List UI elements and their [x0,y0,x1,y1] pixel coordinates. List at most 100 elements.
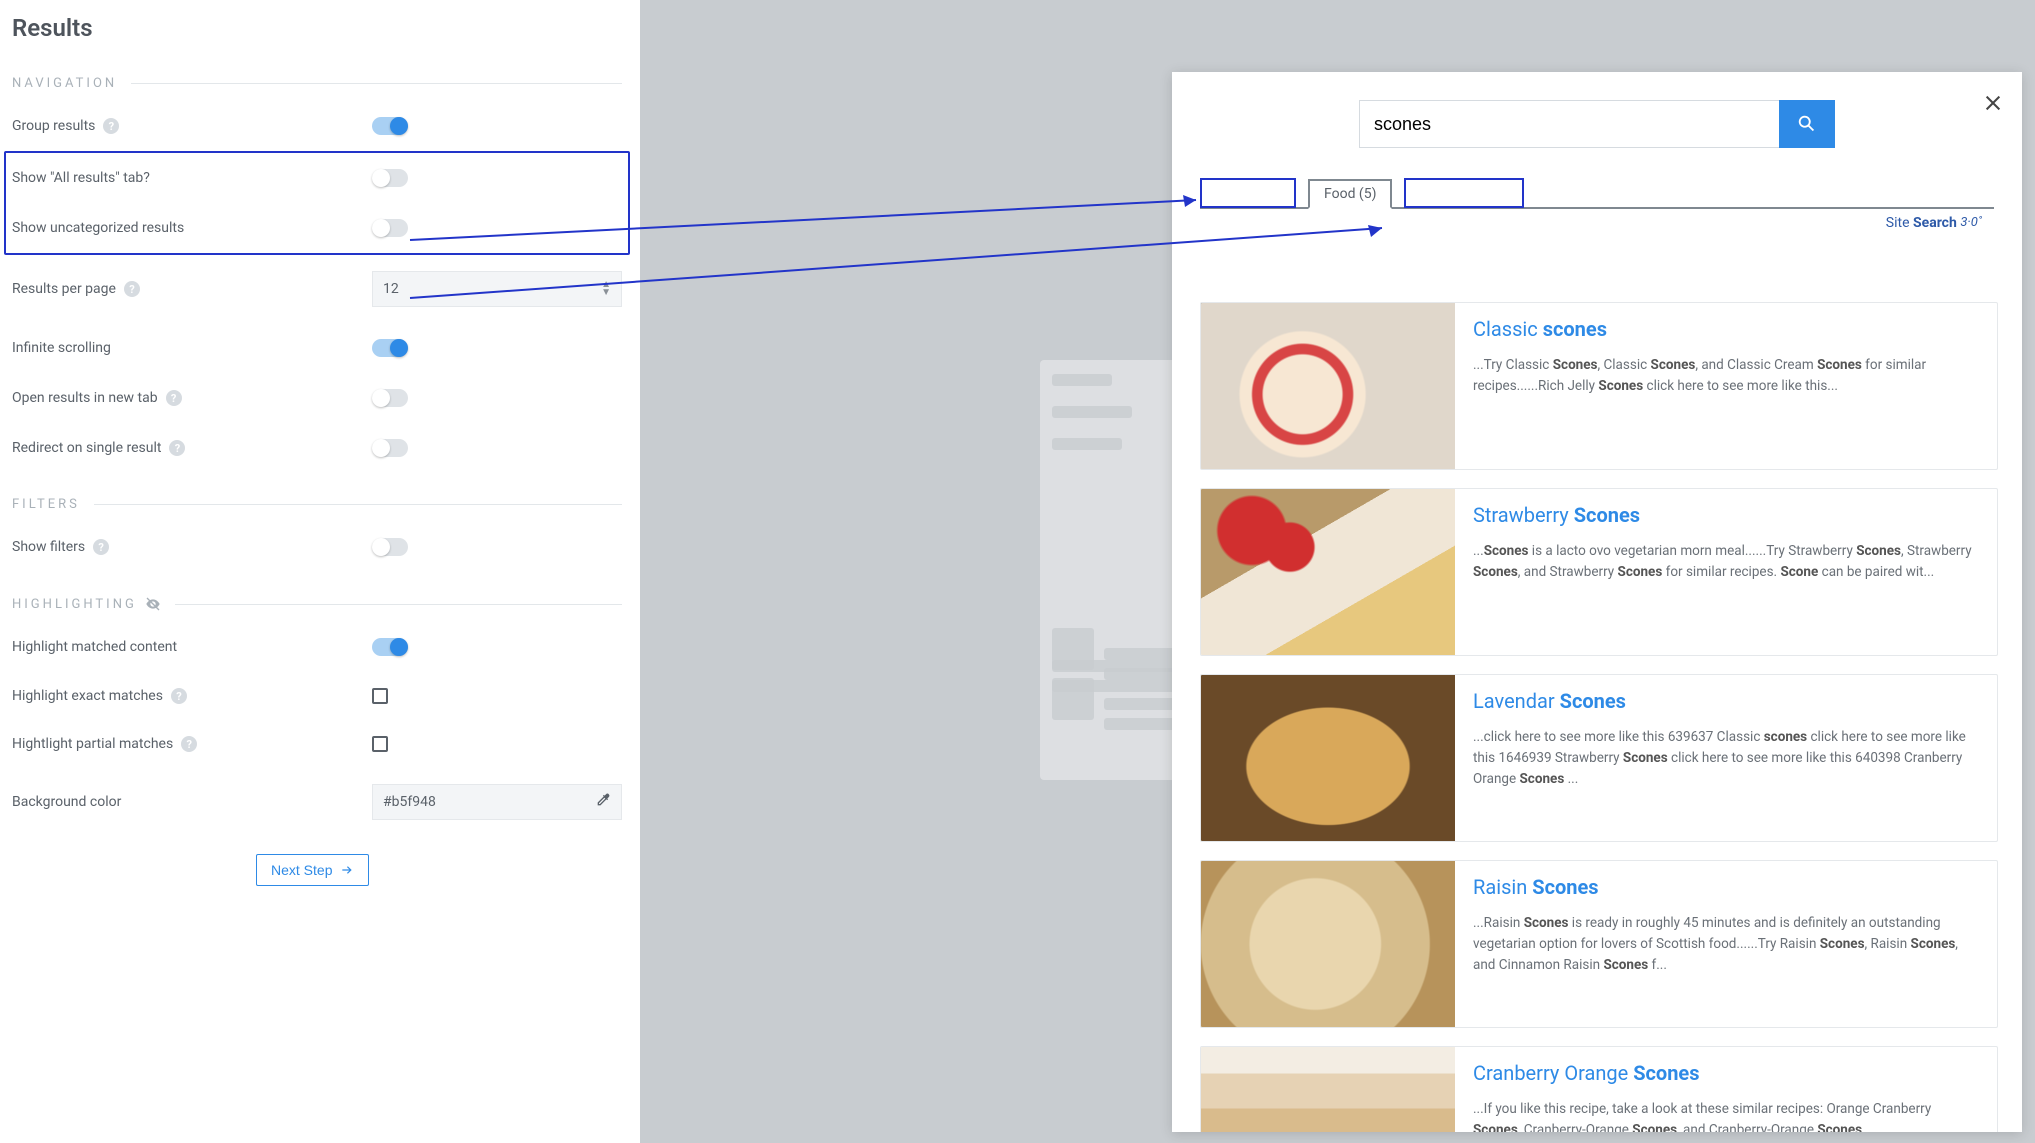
close-icon[interactable] [1984,94,2002,112]
input-bg-color-value: #b5f948 [383,794,436,810]
help-icon[interactable]: ? [181,736,197,752]
result-snippet: ...click here to see more like this 6396… [1473,727,1979,790]
result-thumbnail [1201,675,1455,841]
help-icon[interactable]: ? [103,118,119,134]
toggle-redirect-single[interactable] [372,439,408,457]
toggle-infinite-scrolling[interactable] [372,339,408,357]
checkbox-highlight-exact[interactable] [372,688,388,704]
help-icon[interactable]: ? [124,281,140,297]
help-icon[interactable]: ? [93,539,109,555]
label-show-filters: Show filters [12,539,85,555]
brand-bold: Search [1913,215,1957,231]
result-body: Lavendar Scones ...click here to see more… [1455,675,1997,841]
result-card[interactable]: Lavendar Scones ...click here to see more… [1200,674,1998,842]
section-navigation: NAVIGATION [12,76,622,91]
row-show-all-results-tab: Show "All results" tab? [12,153,622,203]
result-body: Strawberry Scones...Scones is a lacto ov… [1455,489,1997,655]
preview-panel: Food (5) Site Search 3·0˚ Classic scones… [1172,72,2022,1132]
help-icon[interactable]: ? [166,390,182,406]
checkbox-highlight-partial[interactable] [372,736,388,752]
section-highlighting-label: HIGHLIGHTING [12,597,137,612]
row-redirect-single: Redirect on single result ? [12,423,622,473]
result-snippet: ...Try Classic Scones, Classic Scones, a… [1473,355,1979,397]
result-thumbnail [1201,861,1455,1027]
results-list[interactable]: Classic scones ...Try Classic Scones, Cla… [1200,302,2004,1132]
result-card[interactable]: Classic scones ...Try Classic Scones, Cla… [1200,302,1998,470]
search-input[interactable] [1359,100,1779,148]
label-highlight-matched: Highlight matched content [12,639,177,655]
result-title[interactable]: Raisin Scones [1473,875,1979,899]
label-bg-color: Background color [12,794,121,810]
row-show-uncategorized: Show uncategorized results [12,203,622,253]
page-title: Results [12,14,622,42]
label-highlight-partial: Hightlight partial matches [12,736,173,752]
result-card[interactable]: Raisin Scones ...Raisin Scones is ready i… [1200,860,1998,1028]
help-icon[interactable]: ? [169,440,185,456]
row-infinite-scrolling: Infinite scrolling [12,323,622,373]
row-results-per-page: Results per page ? 12 ▲▼ [12,255,622,323]
result-title[interactable]: Classic scones [1473,317,1979,341]
next-step-label: Next Step [271,862,332,878]
toggle-show-all-results-tab[interactable] [372,169,408,187]
label-group-results: Group results [12,118,95,134]
tabs-row: Food (5) [1200,178,1994,209]
section-highlighting: HIGHLIGHTING [12,596,622,612]
toggle-highlight-matched[interactable] [372,638,408,656]
result-body: Cranberry Orange Scones ...If you like th… [1455,1047,1997,1132]
tab-placeholder-uncategorized[interactable] [1404,178,1524,208]
select-value: 12 [383,281,399,297]
row-group-results: Group results ? [12,101,622,151]
tab-placeholder-all-results[interactable] [1200,178,1296,208]
result-card[interactable]: Strawberry Scones...Scones is a lacto ov… [1200,488,1998,656]
section-navigation-label: NAVIGATION [12,76,117,91]
divider [131,83,622,84]
chevron-updown-icon: ▲▼ [601,281,611,297]
toggle-show-uncategorized[interactable] [372,219,408,237]
label-highlight-exact: Highlight exact matches [12,688,163,704]
label-show-uncategorized: Show uncategorized results [12,220,184,236]
result-title[interactable]: Lavendar Scones [1473,689,1979,713]
label-infinite-scrolling: Infinite scrolling [12,340,111,356]
next-step-button[interactable]: Next Step [256,854,369,886]
select-results-per-page[interactable]: 12 ▲▼ [372,271,622,307]
brand-prefix: Site [1886,215,1910,231]
result-thumbnail [1201,1047,1455,1132]
row-highlight-matched: Highlight matched content [12,622,622,672]
result-snippet: ...Raisin Scones is ready in roughly 45 … [1473,913,1979,976]
arrow-right-icon [340,863,354,877]
toggle-group-results[interactable] [372,117,408,135]
label-show-all-results-tab: Show "All results" tab? [12,170,150,186]
search-button[interactable] [1779,100,1835,148]
input-bg-color[interactable]: #b5f948 [372,784,622,820]
row-bg-color: Background color #b5f948 [12,768,622,836]
row-highlight-partial: Hightlight partial matches ? [12,720,622,768]
toggle-open-new-tab[interactable] [372,389,408,407]
tab-food[interactable]: Food (5) [1308,179,1392,209]
result-thumbnail [1201,303,1455,469]
help-icon[interactable]: ? [171,688,187,704]
section-filters: FILTERS [12,497,622,512]
section-filters-label: FILTERS [12,497,80,512]
brand-row: Site Search 3·0˚ [1172,209,2022,231]
tab-food-label: Food (5) [1324,186,1376,202]
eye-off-icon [145,596,161,612]
result-snippet: ...If you like this recipe, take a look … [1473,1099,1979,1132]
toggle-show-filters[interactable] [372,538,408,556]
label-open-new-tab: Open results in new tab [12,390,158,406]
row-highlight-exact: Highlight exact matches ? [12,672,622,720]
search-icon [1796,113,1818,135]
settings-panel: Results NAVIGATION Group results ? Show … [0,0,640,1143]
result-title[interactable]: Cranberry Orange Scones [1473,1061,1979,1085]
result-body: Classic scones ...Try Classic Scones, Cla… [1455,303,1997,469]
divider [94,504,622,505]
label-results-per-page: Results per page [12,281,116,297]
result-title[interactable]: Strawberry Scones [1473,503,1979,527]
row-show-filters: Show filters ? [12,522,622,572]
result-card[interactable]: Cranberry Orange Scones ...If you like th… [1200,1046,1998,1132]
label-redirect-single: Redirect on single result [12,440,161,456]
row-open-new-tab: Open results in new tab ? [12,373,622,423]
eyedropper-icon[interactable] [595,792,611,812]
brand-suffix: 3·0˚ [1960,215,1982,230]
result-thumbnail [1201,489,1455,655]
divider [175,604,622,605]
